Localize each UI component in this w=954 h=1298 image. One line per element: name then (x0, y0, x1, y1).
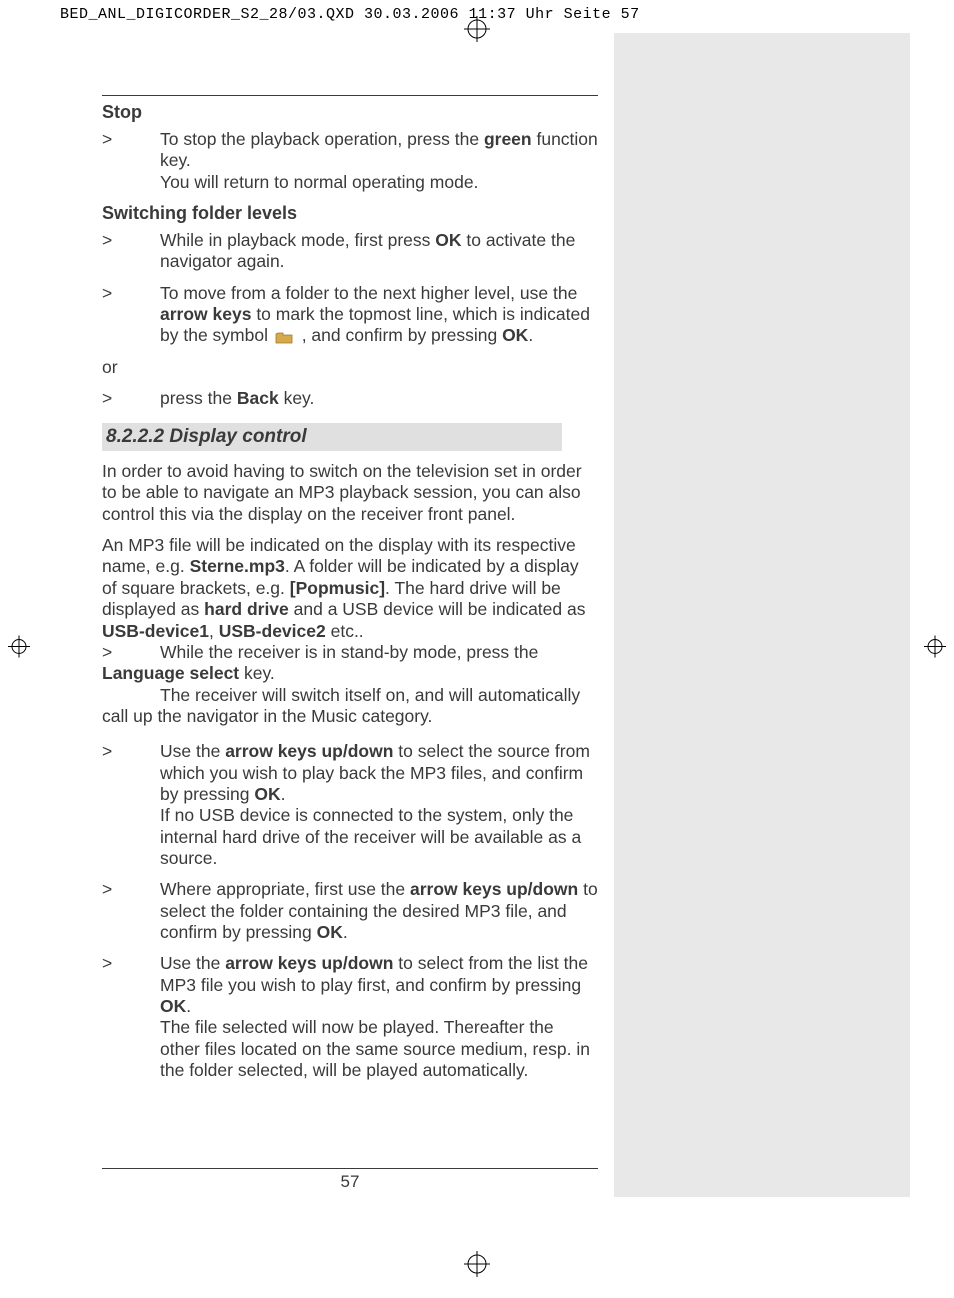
bullet-content: While the receiver is in stand-by mode, … (102, 642, 598, 727)
bullet-content: Use the arrow keys up/down to select the… (160, 741, 598, 869)
text: To stop the playback operation, press th… (160, 129, 484, 149)
text-bold: green (484, 129, 532, 149)
folder-icon (275, 331, 293, 344)
text: Use the (160, 741, 225, 761)
list-item: > Use the arrow keys up/down to select f… (102, 953, 598, 1081)
list-item: > To move from a folder to the next high… (102, 283, 598, 347)
text-bold: Back (237, 388, 279, 408)
heading-switching-folder-levels: Switching folder levels (102, 203, 598, 224)
rule-bottom (102, 1168, 598, 1169)
text-bold: [Popmusic] (290, 578, 385, 598)
list-item: > Use the arrow keys up/down to select t… (102, 741, 598, 869)
text: and a USB device will be indicated as (289, 599, 586, 619)
registration-mark-left (8, 636, 30, 663)
bullet-content: Use the arrow keys up/down to select fro… (160, 953, 598, 1081)
bullet-content: To move from a folder to the next higher… (160, 283, 598, 347)
heading-display-control: 8.2.2.2 Display control (102, 423, 562, 451)
paragraph: In order to avoid having to switch on th… (102, 461, 598, 525)
text: While the receiver is in stand-by mode, … (160, 642, 538, 662)
text: press the (160, 388, 237, 408)
bullet-content: press the Back key. (160, 388, 598, 409)
text-bold: USB-device2 (219, 621, 326, 641)
bullet-marker: > (102, 129, 160, 193)
text-bold: OK (254, 784, 280, 804)
right-gray-pane (614, 33, 910, 1197)
text: key. (239, 663, 275, 683)
heading-stop: Stop (102, 102, 598, 123)
text: . (281, 784, 286, 804)
text-bold: arrow keys up/down (225, 741, 393, 761)
text: , (209, 621, 219, 641)
text-bold: hard drive (204, 599, 289, 619)
text-bold: arrow keys up/down (225, 953, 393, 973)
bullet-marker: > (102, 879, 160, 943)
bullet-marker: > (102, 741, 160, 869)
page-number: 57 (102, 1172, 598, 1192)
page-content: Stop > To stop the playback operation, p… (102, 95, 598, 1091)
text-bold: Language select (102, 663, 239, 683)
list-item: > To stop the playback operation, press … (102, 129, 598, 193)
prepress-slug: BED_ANL_DIGICORDER_S2_28/03.QXD 30.03.20… (60, 6, 640, 23)
text: To move from a folder to the next higher… (160, 283, 577, 303)
text-bold: Sterne.mp3 (190, 556, 285, 576)
text: Use the (160, 953, 225, 973)
bullet-content: Where appropriate, first use the arrow k… (160, 879, 598, 943)
list-item: > press the Back key. (102, 388, 598, 409)
text: If no USB device is connected to the sys… (160, 805, 581, 868)
list-item: > While in playback mode, first press OK… (102, 230, 598, 273)
text-bold: OK (502, 325, 528, 345)
text: , and confirm by pressing (297, 325, 502, 345)
list-item: > While the receiver is in stand-by mode… (102, 642, 598, 727)
bullet-content: While in playback mode, first press OK t… (160, 230, 598, 273)
rule-top (102, 95, 598, 96)
text-bold: OK (317, 922, 343, 942)
text-bold: arrow keys (160, 304, 251, 324)
registration-mark-top (464, 16, 490, 47)
text: Where appropriate, first use the (160, 879, 410, 899)
bullet-marker: > (102, 283, 160, 347)
text: . (343, 922, 348, 942)
text: The file selected will now be played. Th… (160, 1017, 590, 1080)
registration-mark-right (924, 636, 946, 663)
bullet-content: To stop the playback operation, press th… (160, 129, 598, 193)
text-bold: OK (435, 230, 461, 250)
text-bold: USB-device1 (102, 621, 209, 641)
or-separator: or (102, 357, 598, 378)
text: etc.. (326, 621, 364, 641)
bullet-marker: > (102, 230, 160, 273)
text: key. (279, 388, 315, 408)
bullet-marker: > (102, 388, 160, 409)
text: The receiver will switch itself on, and … (102, 685, 580, 726)
bullet-marker: > (102, 953, 160, 1081)
text-bold: OK (160, 996, 186, 1016)
registration-mark-bottom (464, 1251, 490, 1282)
text: . (528, 325, 533, 345)
paragraph: An MP3 file will be indicated on the dis… (102, 535, 598, 642)
text: You will return to normal operating mode… (160, 172, 478, 192)
list-item: > Where appropriate, first use the arrow… (102, 879, 598, 943)
text: . (186, 996, 191, 1016)
text: While in playback mode, first press (160, 230, 435, 250)
text-bold: arrow keys up/down (410, 879, 578, 899)
